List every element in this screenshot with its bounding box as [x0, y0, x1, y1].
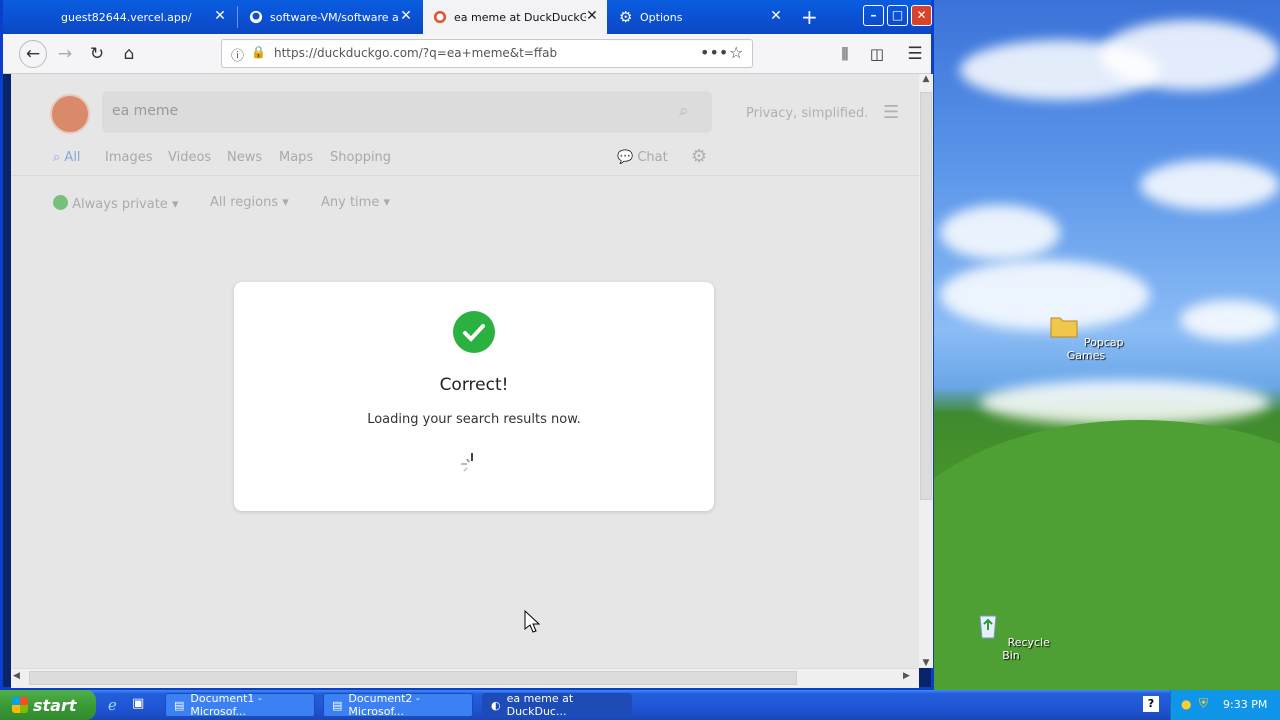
- close-icon[interactable]: ✕: [213, 9, 227, 23]
- close-icon[interactable]: ✕: [769, 9, 783, 23]
- filter-safe-search[interactable]: Always private ▾: [53, 195, 178, 212]
- task-label: Document2 - Microsof...: [348, 692, 420, 718]
- tab-title: Options: [640, 10, 683, 24]
- new-tab-button[interactable]: +: [793, 0, 827, 34]
- internet-explorer-icon[interactable]: ℯ: [108, 696, 117, 714]
- scrollbar-thumb[interactable]: [920, 92, 932, 500]
- menu-icon[interactable]: ☰: [883, 102, 899, 123]
- browser-window: guest82644.vercel.app/ ✕ software-VM/sof…: [0, 0, 934, 690]
- tab-title: guest82644.vercel.app/: [61, 10, 192, 24]
- tab-bar: guest82644.vercel.app/ ✕ software-VM/sof…: [3, 0, 932, 34]
- tab-github[interactable]: software-VM/software at ✕: [239, 0, 421, 34]
- tab-all[interactable]: ⌕ All: [53, 150, 81, 165]
- checkmark-icon: [453, 311, 495, 353]
- tab-shopping[interactable]: Shopping: [330, 150, 391, 165]
- desktop-icon-recycle-bin[interactable]: Recycle Bin: [966, 610, 1056, 662]
- windows-logo-icon: [12, 697, 28, 713]
- system-tray: ● ⛨ 9:33 PM: [1170, 690, 1280, 720]
- back-button[interactable]: ←: [19, 40, 47, 68]
- address-bar[interactable]: ⓘ 🔒 https://duckduckgo.com/?q=ea+meme&t=…: [221, 39, 753, 68]
- forward-button[interactable]: →: [51, 40, 79, 68]
- page-content: ea meme ⌕ Privacy, simplified. ☰ ⌕ All I…: [11, 74, 919, 668]
- sidebar-icon[interactable]: ◫: [863, 40, 891, 68]
- tab-label: All: [64, 150, 81, 165]
- help-icon[interactable]: ?: [1143, 696, 1159, 712]
- close-window-button[interactable]: ✕: [911, 5, 932, 26]
- mouse-cursor-icon: [524, 610, 540, 633]
- filter-label: Always private: [72, 197, 168, 212]
- filter-label: All regions: [210, 195, 279, 210]
- bookmark-star-icon[interactable]: ☆: [729, 43, 743, 62]
- clock: 9:33 PM: [1223, 698, 1268, 711]
- tab-news[interactable]: News: [227, 150, 262, 165]
- taskbar-item-document1[interactable]: ▤ Document1 - Microsof...: [165, 692, 315, 718]
- horizontal-scrollbar[interactable]: ◀ ▶: [11, 668, 919, 688]
- task-label: Document1 - Microsof...: [190, 692, 262, 718]
- chat-button[interactable]: 💬 Chat: [617, 150, 668, 165]
- tab-options[interactable]: ⚙ Options ✕: [609, 0, 791, 34]
- tab-vercel[interactable]: guest82644.vercel.app/ ✕: [39, 0, 235, 34]
- filter-label: Any time: [321, 195, 380, 210]
- gear-icon: ⚙: [619, 8, 633, 26]
- vertical-scrollbar[interactable]: ▲ ▼: [919, 74, 933, 668]
- task-label: ea meme at DuckDuc...: [506, 692, 574, 718]
- lock-icon: 🔒: [251, 45, 266, 59]
- security-shield-icon[interactable]: ⛨: [1199, 696, 1208, 711]
- reload-button[interactable]: ↻: [83, 40, 111, 68]
- captcha-success-dialog: Correct! Loading your search results now…: [234, 282, 714, 511]
- filter-region[interactable]: All regions ▾: [210, 195, 289, 210]
- word-icon: ▤: [174, 698, 185, 712]
- start-label: start: [33, 695, 77, 715]
- word-icon: ▤: [332, 698, 343, 712]
- home-button[interactable]: ⌂: [115, 40, 143, 68]
- github-icon: [249, 10, 263, 24]
- scroll-right-arrow-icon[interactable]: ▶: [903, 671, 910, 681]
- taskbar-item-document2[interactable]: ▤ Document2 - Microsof...: [323, 692, 473, 718]
- tab-images[interactable]: Images: [105, 150, 153, 165]
- tab-maps[interactable]: Maps: [279, 150, 313, 165]
- folder-icon: [1050, 317, 1078, 338]
- minimize-button[interactable]: –: [863, 5, 884, 26]
- tab-videos[interactable]: Videos: [168, 150, 211, 165]
- tab-duckduckgo[interactable]: ea meme at DuckDuckGo ✕: [423, 0, 607, 34]
- search-icon[interactable]: ⌕: [679, 101, 689, 121]
- menu-icon[interactable]: ☰: [901, 40, 929, 68]
- tab-title: software-VM/software at: [270, 10, 398, 24]
- tab-title: ea meme at DuckDuckGo: [454, 10, 586, 24]
- duckduckgo-icon: [433, 10, 447, 24]
- firefox-icon: ◐: [491, 698, 501, 712]
- nav-toolbar: ← → ↻ ⌂ ⓘ 🔒 https://duckduckgo.com/?q=ea…: [3, 34, 931, 74]
- chat-label: Chat: [637, 150, 668, 165]
- filter-time[interactable]: Any time ▾: [321, 195, 390, 210]
- recycle-bin-icon: [979, 615, 997, 639]
- scroll-up-arrow-icon[interactable]: ▲: [919, 74, 933, 90]
- dialog-title: Correct!: [439, 375, 509, 395]
- close-icon[interactable]: ✕: [585, 9, 599, 23]
- scroll-down-arrow-icon[interactable]: ▼: [919, 658, 933, 668]
- taskbar-item-firefox[interactable]: ◐ ea meme at DuckDuc...: [482, 692, 632, 718]
- scrollbar-thumb[interactable]: [29, 671, 797, 685]
- check-circle-icon: [53, 195, 68, 210]
- taskbar: start ℯ ▣ ▤ Document1 - Microsof... ▤ Do…: [0, 690, 1280, 720]
- info-icon[interactable]: ⓘ: [231, 45, 244, 64]
- desktop-icon-popcap-games[interactable]: Popcap Games: [1041, 310, 1131, 362]
- url-text: https://duckduckgo.com/?q=ea+meme&t=ffab: [274, 46, 558, 60]
- search-query: ea meme: [112, 103, 179, 119]
- duckduckgo-logo[interactable]: [50, 94, 90, 134]
- start-button[interactable]: start: [0, 690, 96, 720]
- maximize-button[interactable]: □: [887, 5, 908, 26]
- scroll-left-arrow-icon[interactable]: ◀: [13, 671, 20, 681]
- close-icon[interactable]: ✕: [399, 9, 413, 23]
- show-desktop-icon[interactable]: ▣: [132, 696, 144, 711]
- dialog-message: Loading your search results now.: [367, 412, 581, 427]
- search-input[interactable]: ea meme ⌕: [102, 91, 712, 133]
- network-icon[interactable]: ●: [1181, 697, 1191, 711]
- desktop-icon-label: Recycle Bin: [1002, 636, 1050, 662]
- library-icon[interactable]: ⫼: [831, 40, 859, 68]
- page-actions-icon[interactable]: •••: [700, 43, 728, 62]
- tagline: Privacy, simplified.: [746, 106, 869, 121]
- tabs-divider: [11, 175, 919, 176]
- loading-spinner-icon: [461, 453, 473, 472]
- settings-icon[interactable]: ⚙: [691, 146, 707, 167]
